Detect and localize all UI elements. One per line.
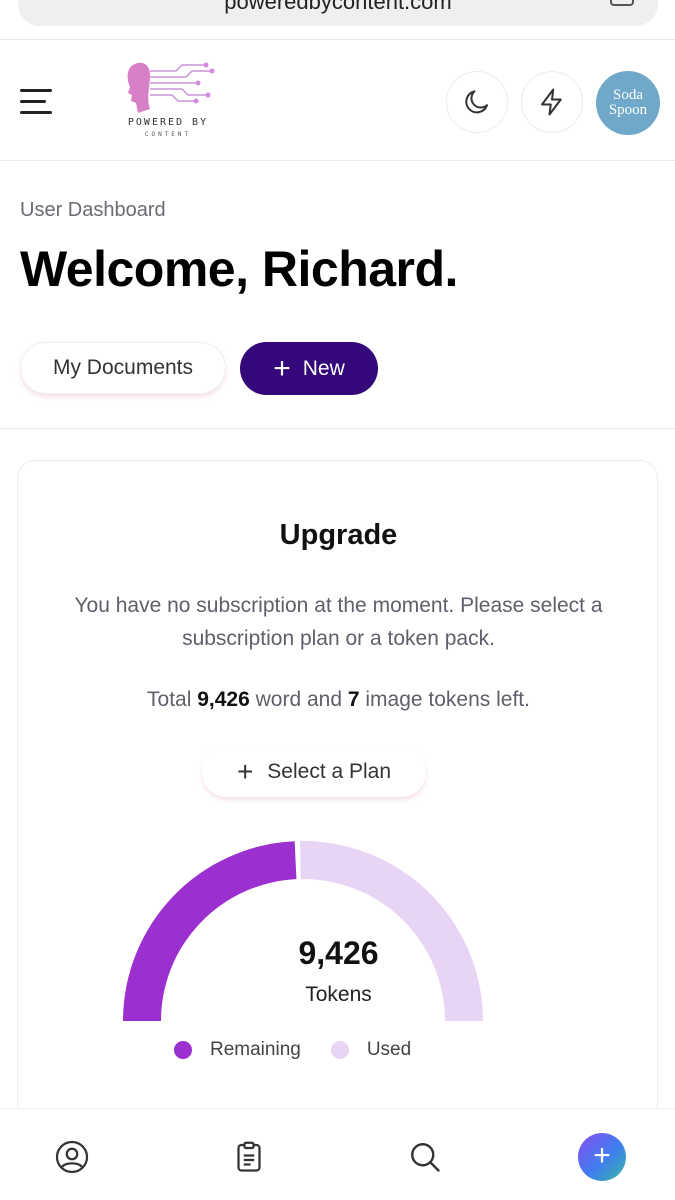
page-title: Welcome, Richard.	[20, 241, 458, 297]
word-tokens-count: 9,426	[197, 688, 250, 711]
clipboard-icon	[237, 1141, 261, 1172]
logo[interactable]: POWERED BY CONTENT	[116, 57, 220, 147]
nav-documents[interactable]	[231, 1139, 267, 1175]
legend-dot-used	[330, 1041, 349, 1059]
legend-label-used: Used	[366, 1039, 412, 1060]
nav-profile[interactable]	[54, 1139, 90, 1175]
breadcrumb: User Dashboard	[20, 199, 166, 221]
tokens-summary: Total 9,426 word and 7 image tokens left…	[18, 688, 659, 712]
nav-search[interactable]	[407, 1139, 443, 1175]
logo-text: POWERED BY	[127, 117, 209, 128]
new-label: New	[302, 356, 345, 380]
legend-label-remaining: Remaining	[210, 1039, 301, 1060]
app-header: POWERED BY CONTENT Soda Spoon	[0, 41, 675, 161]
user-circle-icon	[55, 1140, 89, 1174]
logo-subtext: CONTENT	[144, 131, 192, 138]
tokens-prefix: Total	[147, 688, 198, 711]
section-divider	[0, 428, 675, 429]
logo-icon	[127, 62, 215, 113]
tokens-suffix: image tokens left.	[359, 688, 530, 711]
plus-icon: +	[273, 351, 291, 385]
moon-icon	[465, 90, 488, 114]
select-plan-button[interactable]: + Select a Plan	[202, 747, 426, 797]
tokens-middle: word and	[249, 688, 348, 711]
add-fab-button[interactable]: +	[578, 1133, 626, 1181]
new-button[interactable]: + New	[240, 342, 378, 395]
card-description: You have no subscription at the moment. …	[74, 594, 603, 650]
avatar-line-2: Spoon	[608, 102, 648, 118]
plus-icon: +	[593, 1139, 611, 1172]
my-documents-label: My Documents	[52, 356, 194, 379]
url-bar[interactable]: poweredbycontent.com	[18, 0, 658, 26]
browser-chrome: poweredbycontent.com	[0, 0, 675, 40]
image-tokens-count: 7	[347, 688, 360, 711]
my-documents-button[interactable]: My Documents	[20, 342, 226, 394]
upgrade-card: Upgrade You have no subscription at the …	[17, 460, 658, 1120]
menu-icon[interactable]	[20, 89, 56, 117]
search-icon	[411, 1143, 440, 1172]
dark-mode-button[interactable]	[446, 71, 508, 133]
legend-item-used[interactable]: Used	[330, 1039, 412, 1061]
select-plan-label: Select a Plan	[267, 760, 392, 783]
url-text: poweredbycontent.com	[224, 0, 452, 14]
avatar-line-1: Soda	[613, 87, 643, 103]
bottom-nav: +	[0, 1108, 675, 1200]
gauge-center-value: 9,426	[298, 935, 379, 971]
upgrade-flash-button[interactable]	[521, 71, 583, 133]
lightning-icon	[541, 88, 562, 116]
tabs-icon[interactable]	[610, 0, 634, 6]
legend-item-remaining[interactable]: Remaining	[174, 1039, 301, 1061]
gauge-center-label: Tokens	[305, 983, 372, 1006]
card-title: Upgrade	[279, 519, 398, 551]
avatar[interactable]: Soda Spoon	[596, 71, 660, 135]
legend-dot-remaining	[174, 1041, 192, 1059]
plus-icon: +	[236, 756, 254, 787]
chart-legend: Remaining Used	[174, 1037, 441, 1063]
